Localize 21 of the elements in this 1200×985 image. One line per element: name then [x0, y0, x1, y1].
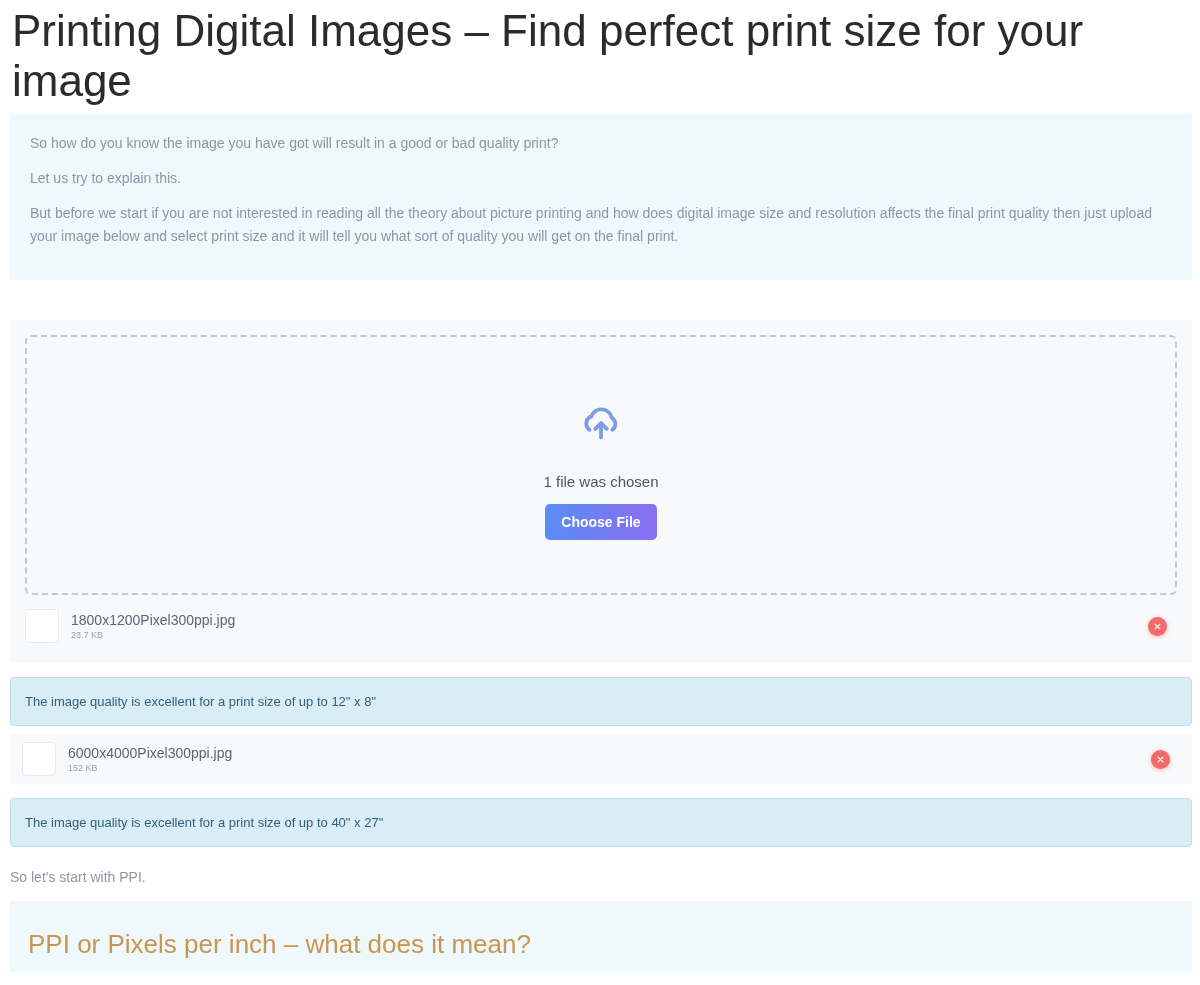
thumbnail-placeholder: [25, 609, 59, 643]
thumbnail-placeholder: [22, 742, 56, 776]
file-size: 23.7 KB: [71, 630, 105, 640]
file-name: 6000x4000Pixel300ppi.jpg: [68, 745, 234, 761]
file-size: 152 KB: [68, 763, 99, 773]
intro-paragraph: Let us try to explain this.: [30, 169, 182, 188]
upload-status: 1 file was chosen: [543, 472, 659, 490]
choose-file-button[interactable]: Choose File: [545, 503, 657, 540]
drop-zone[interactable]: 1 file was chosen Choose File: [25, 335, 1177, 595]
result-alert: The image quality is excellent for a print size of up to 40" x 27": [10, 798, 1192, 847]
remove-button[interactable]: [1148, 616, 1167, 636]
close-icon: [1156, 754, 1165, 764]
intro-paragraph: But before we start if you are not interested in reading all the theory about picture printing and how does digital image size and resolution affects the final print quality then just upload your image below and select print size and it will tell you what sort of quality you will get on the final print.: [30, 204, 1153, 246]
remove-button[interactable]: [1151, 749, 1170, 769]
page-title: Printing Digital Images – Find perfect print size for your image: [12, 6, 1085, 106]
close-icon: [1153, 621, 1162, 631]
intro-paragraph: So how do you know the image you have got will result in a good or bad quality print?: [30, 134, 560, 153]
result-alert: The image quality is excellent for a print size of up to 12" x 8": [10, 677, 1192, 726]
body-text: So let's start with PPI.: [10, 869, 147, 885]
file-name: 1800x1200Pixel300ppi.jpg: [71, 612, 237, 628]
section-heading: PPI or Pixels per inch – what does it mean?: [28, 929, 532, 960]
